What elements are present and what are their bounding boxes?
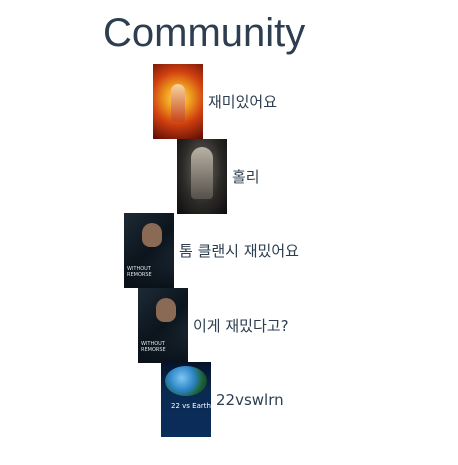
community-post[interactable]: WITHOUT REMORSE 톰 클랜시 재밌어요 <box>124 213 299 288</box>
movie-poster-icon[interactable] <box>153 64 203 139</box>
movie-poster-icon[interactable]: WITHOUT REMORSE <box>124 213 174 288</box>
page-title: Community <box>103 11 306 55</box>
post-title[interactable]: 이게 재밌다고? <box>193 315 289 336</box>
post-title[interactable]: 홀리 <box>232 166 260 187</box>
post-title[interactable]: 톰 클랜시 재밌어요 <box>179 240 299 261</box>
community-post[interactable]: 재미있어요 <box>153 64 277 139</box>
poster-caption: WITHOUT REMORSE <box>141 341 166 353</box>
movie-poster-icon[interactable]: WITHOUT REMORSE <box>138 288 188 363</box>
community-post[interactable]: 홀리 <box>177 139 260 214</box>
poster-caption: 22 vs Earth <box>171 402 211 410</box>
community-post[interactable]: 22 vs Earth 22vswlrn <box>161 362 284 437</box>
poster-caption: WITHOUT REMORSE <box>127 266 152 278</box>
movie-poster-icon[interactable] <box>177 139 227 214</box>
post-title[interactable]: 재미있어요 <box>208 91 277 112</box>
movie-poster-icon[interactable]: 22 vs Earth <box>161 362 211 437</box>
community-post[interactable]: WITHOUT REMORSE 이게 재밌다고? <box>138 288 289 363</box>
post-title[interactable]: 22vswlrn <box>216 391 284 409</box>
